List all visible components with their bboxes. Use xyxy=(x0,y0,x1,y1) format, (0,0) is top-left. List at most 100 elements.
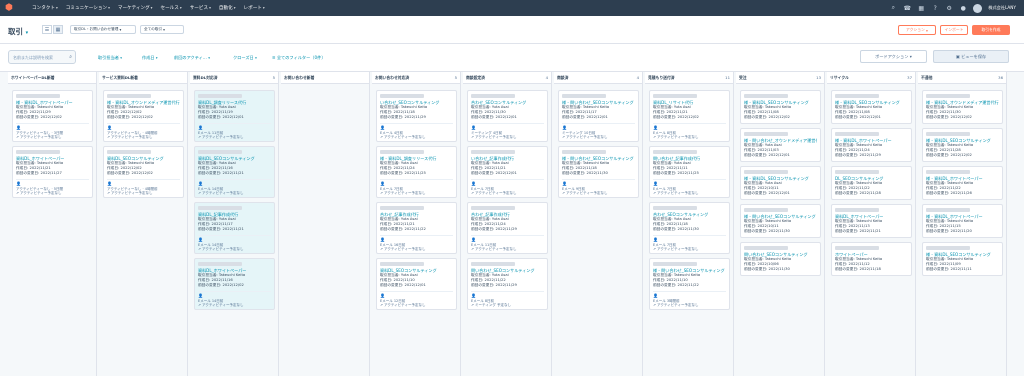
card-divider xyxy=(380,290,453,292)
deal-card[interactable]: 資料DL_記事作成代行 取引担当者: Yuta Asai 作成日: 2022/11/… xyxy=(194,202,275,254)
deal-card[interactable]: 様 - 資料DL_SEOコンサルティング 取引担当者: Takeuchi Keit… xyxy=(740,90,821,124)
deal-card[interactable]: 様 - 資料DL_SEOコンサルティング 取引担当者: Yuta Asai 作成日:… xyxy=(740,166,821,200)
deal-card[interactable]: 資料DL_ホワイトペーパー 取引担当者: Takeuchi Keita 作成日: 2… xyxy=(12,146,93,198)
column-header[interactable]: 商談済 4 xyxy=(554,72,642,84)
column-header[interactable]: お問い合わせ新着 xyxy=(281,72,369,84)
filter-owner[interactable]: 取引担当者 ▾ xyxy=(98,55,122,61)
chevron-down-icon: ▾ xyxy=(233,6,236,10)
deal-card[interactable]: 様 - 資料DL_SEOコンサルティング 取引担当者: Takeuchi Keit… xyxy=(922,128,1003,162)
list-view-button[interactable]: ☰ xyxy=(42,25,52,34)
board-actions-button[interactable]: ボードアクション ▾ xyxy=(860,50,927,63)
deal-card[interactable]: 合わせ_SEOコンサルティング 取引担当者: Yuta Asai 作成日: 2022… xyxy=(467,90,548,142)
actions-button[interactable]: アクション ▾ xyxy=(898,25,936,35)
deal-modified-date: 前回の変更日: 2022/11/21 xyxy=(835,229,881,234)
deal-card[interactable]: 様 - 資料DL_オウンドメディア運営代行 取引担当者: Takeuchi Kei… xyxy=(103,90,184,142)
notifications-icon[interactable]: ● xyxy=(959,4,967,12)
nav-item[interactable]: コミュニケーション▾ xyxy=(66,5,110,11)
deal-card[interactable]: 様 - 問い合わせ_オウンドメディア運営代行 取引担当者: Yuta Asai 作成… xyxy=(740,128,821,162)
deal-card[interactable]: い合わせ_記事作成代行 取引担当者: Yuta Asai 作成日: 2022/11/… xyxy=(467,146,548,198)
column-header[interactable]: サービス資料DL新着 xyxy=(99,72,187,84)
column-header[interactable]: お問い合わせ対応済 5 xyxy=(372,72,460,84)
deal-card[interactable]: い合わせ_SEOコンサルティング 取引担当者: Takeuchi Keita 作成日… xyxy=(376,90,457,142)
next-activity: ↗ アクティビティー予定なし xyxy=(198,247,244,252)
card-divider xyxy=(198,290,271,292)
save-view-button[interactable]: ▣ ビューを保存 xyxy=(933,50,1009,63)
deal-card[interactable]: 様 - 資料DL_調査リリース代行 取引担当者: Yuta Asai 作成日: 20… xyxy=(376,146,457,198)
filter-close-date[interactable]: クローズ日 ▾ xyxy=(233,55,257,61)
redacted-company-name xyxy=(562,150,606,154)
pipeline-select[interactable]: 取引DL・お問い合わせ管理 ▾ xyxy=(70,25,136,34)
phone-icon[interactable]: ☎ xyxy=(903,4,911,12)
board-column: ホワイトペーパーDL新着様 - 資料DL_ホワイトペーパー 取引担当者: Take… xyxy=(8,72,97,376)
filter-last-activity[interactable]: 前回のアクティ... ▾ xyxy=(174,55,210,61)
deal-card[interactable]: 様 - 問い合わせ_SEOコンサルティング 取引担当者: Takeuchi Kei… xyxy=(558,146,639,198)
deal-card[interactable]: 資料DL_ホワイトペーパー 取引担当者: Takeuchi Keita 作成日: 2… xyxy=(194,258,275,310)
search-input[interactable]: 名前または説明を検索 ⌕ xyxy=(8,50,76,64)
filter-created[interactable]: 作成日 ▾ xyxy=(142,55,158,61)
all-filters-button[interactable]: ≡ 全てのフィルター（0件） xyxy=(272,55,326,61)
deal-card[interactable]: 様 - 資料DL_ホワイトペーパー 取引担当者: Takeuchi Keita 作成… xyxy=(12,90,93,142)
deal-card[interactable]: 合わせ_記事作成代行 取引担当者: Yuta Asai 作成日: 2022/11/2… xyxy=(376,202,457,254)
import-button[interactable]: インポート xyxy=(940,25,968,35)
nav-item[interactable]: セールス▾ xyxy=(160,5,181,11)
deal-card[interactable]: ホワイトペーパー 取引担当者: Takeuchi Keita 作成日: 2022/1… xyxy=(831,242,912,276)
page-title[interactable]: 取引 ▾ xyxy=(8,26,28,37)
deal-card[interactable]: 様 - 問い合わせ_SEOコンサルティング 取引担当者: Takeuchi Kei… xyxy=(558,90,639,142)
hubspot-logo-icon[interactable]: ⬢ xyxy=(0,0,18,16)
nav-item[interactable]: サービス▾ xyxy=(190,5,211,11)
deal-card[interactable]: 問い合わせ_SEOコンサルティング 取引担当者: Yuta Asai 作成日: 20… xyxy=(467,258,548,310)
card-divider xyxy=(471,178,544,180)
column-header[interactable]: 商談設定済 4 xyxy=(463,72,551,84)
deal-card[interactable]: 様 - 問い合わせ_SEOコンサルティング 取引担当者: Takeuchi Kei… xyxy=(740,204,821,238)
deal-card[interactable]: 様 - 資料DL_オウンドメディア運営代行 取引担当者: Takeuchi Kei… xyxy=(922,90,1003,124)
deal-card[interactable]: 資料DL_SEOコンサルティング 取引担当者: Yuta Asai 作成日: 202… xyxy=(376,258,457,310)
board-view-button[interactable]: ▦ xyxy=(53,25,63,34)
owner-select[interactable]: 全ての取引 ▾ xyxy=(140,25,184,34)
redacted-company-name xyxy=(744,170,788,174)
help-icon[interactable]: ? xyxy=(931,4,939,12)
avatar[interactable] xyxy=(973,3,983,13)
column-count: 36 xyxy=(998,75,1003,80)
create-deal-button[interactable]: 取引を作成 xyxy=(972,25,1010,35)
deal-card[interactable]: 様 - 資料DL_SEOコンサルティング 取引担当者: Takeuchi Keit… xyxy=(922,242,1003,276)
column-header[interactable]: 見積もり送付済 11 xyxy=(645,72,733,84)
deal-card[interactable]: 様 - 資料DL_ホワイトペーパー 取引担当者: Takeuchi Keita 作成… xyxy=(831,128,912,162)
settings-icon[interactable]: ⚙ xyxy=(945,4,953,12)
deal-card[interactable]: DL_SEOコンサルティング 取引担当者: Takeuchi Keita 作成日: … xyxy=(831,166,912,200)
column-title: サービス資料DL新着 xyxy=(102,74,138,80)
deal-card[interactable]: 様 - 問い合わせ_SEOコンサルティング 取引担当者: Takeuchi Kei… xyxy=(649,258,730,310)
deal-card[interactable]: 資料DL_調査リリース代行 取引担当者: Yuta Asai 作成日: 2022/1… xyxy=(194,90,275,142)
deal-card[interactable]: 資料DL_リサイト代行 取引担当者: Yuta Asai 作成日: 2022/11/… xyxy=(649,90,730,142)
deal-card[interactable]: 様 - 資料DL_SEOコンサルティング 取引担当者: Takeuchi Keit… xyxy=(831,90,912,124)
deal-card[interactable]: 様 - 資料DL_ホワイトペーパー 取引担当者: Takeuchi Keita 作成… xyxy=(922,166,1003,200)
deal-card[interactable]: 合わせ_SEOコンサルティング 取引担当者: Yuta Asai 作成日: 2022… xyxy=(649,202,730,254)
deal-card[interactable]: 資料DL_SEOコンサルティング 取引担当者: Yuta Asai 作成日: 202… xyxy=(194,146,275,198)
marketplace-icon[interactable]: ▦ xyxy=(917,4,925,12)
column-header[interactable]: 資料DL対応済 5 xyxy=(190,72,278,84)
column-header[interactable]: 不通他 36 xyxy=(918,72,1006,84)
deal-card[interactable]: 資料DL_ホワイトペーパー 取引担当者: Takeuchi Keita 作成日: 2… xyxy=(831,204,912,238)
nav-item[interactable]: コンタクト▾ xyxy=(32,5,58,11)
column-title: 商談済 xyxy=(557,74,569,80)
column-count: 11 xyxy=(725,75,730,80)
deal-modified-date: 前回の変更日: 2022/11/30 xyxy=(744,267,790,272)
deal-card[interactable]: 問い合わせ_SEOコンサルティング 取引担当者: Takeuchi Keita 作成… xyxy=(740,242,821,276)
deal-card[interactable]: 様 - 資料DL_ホワイトペーパー 取引担当者: Takeuchi Keita 作成… xyxy=(922,204,1003,238)
deal-modified-date: 前回の変更日: 2022/11/29 xyxy=(471,227,517,232)
next-activity: ↗ アクティビティー予定なし xyxy=(471,191,517,196)
card-divider xyxy=(562,178,635,180)
deal-card[interactable]: 資料DL_SEOコンサルティング 取引担当者: Takeuchi Keita 作成日… xyxy=(103,146,184,198)
redacted-company-name xyxy=(471,94,515,98)
board-column: サービス資料DL新着様 - 資料DL_オウンドメディア運営代行 取引担当者: Ta… xyxy=(99,72,188,376)
nav-item[interactable]: マーケティング▾ xyxy=(118,5,153,11)
deal-card[interactable]: 合わせ_記事作成代行 取引担当者: Yuta Asai 作成日: 2022/11/2… xyxy=(467,202,548,254)
redacted-company-name xyxy=(835,208,879,212)
account-name[interactable]: 株式会社LANY xyxy=(988,5,1016,11)
deal-card[interactable]: 問い合わせ_記事作成代行 取引担当者: Yuta Asai 作成日: 2022/11… xyxy=(649,146,730,198)
column-header[interactable]: 受注 13 xyxy=(736,72,824,84)
search-icon[interactable]: ⌕ xyxy=(889,4,897,12)
column-header[interactable]: ホワイトペーパーDL新着 xyxy=(8,72,96,84)
nav-item[interactable]: 自動化▾ xyxy=(219,5,236,11)
nav-item[interactable]: レポート▾ xyxy=(244,5,265,11)
column-header[interactable]: リサイクル 37 xyxy=(827,72,915,84)
